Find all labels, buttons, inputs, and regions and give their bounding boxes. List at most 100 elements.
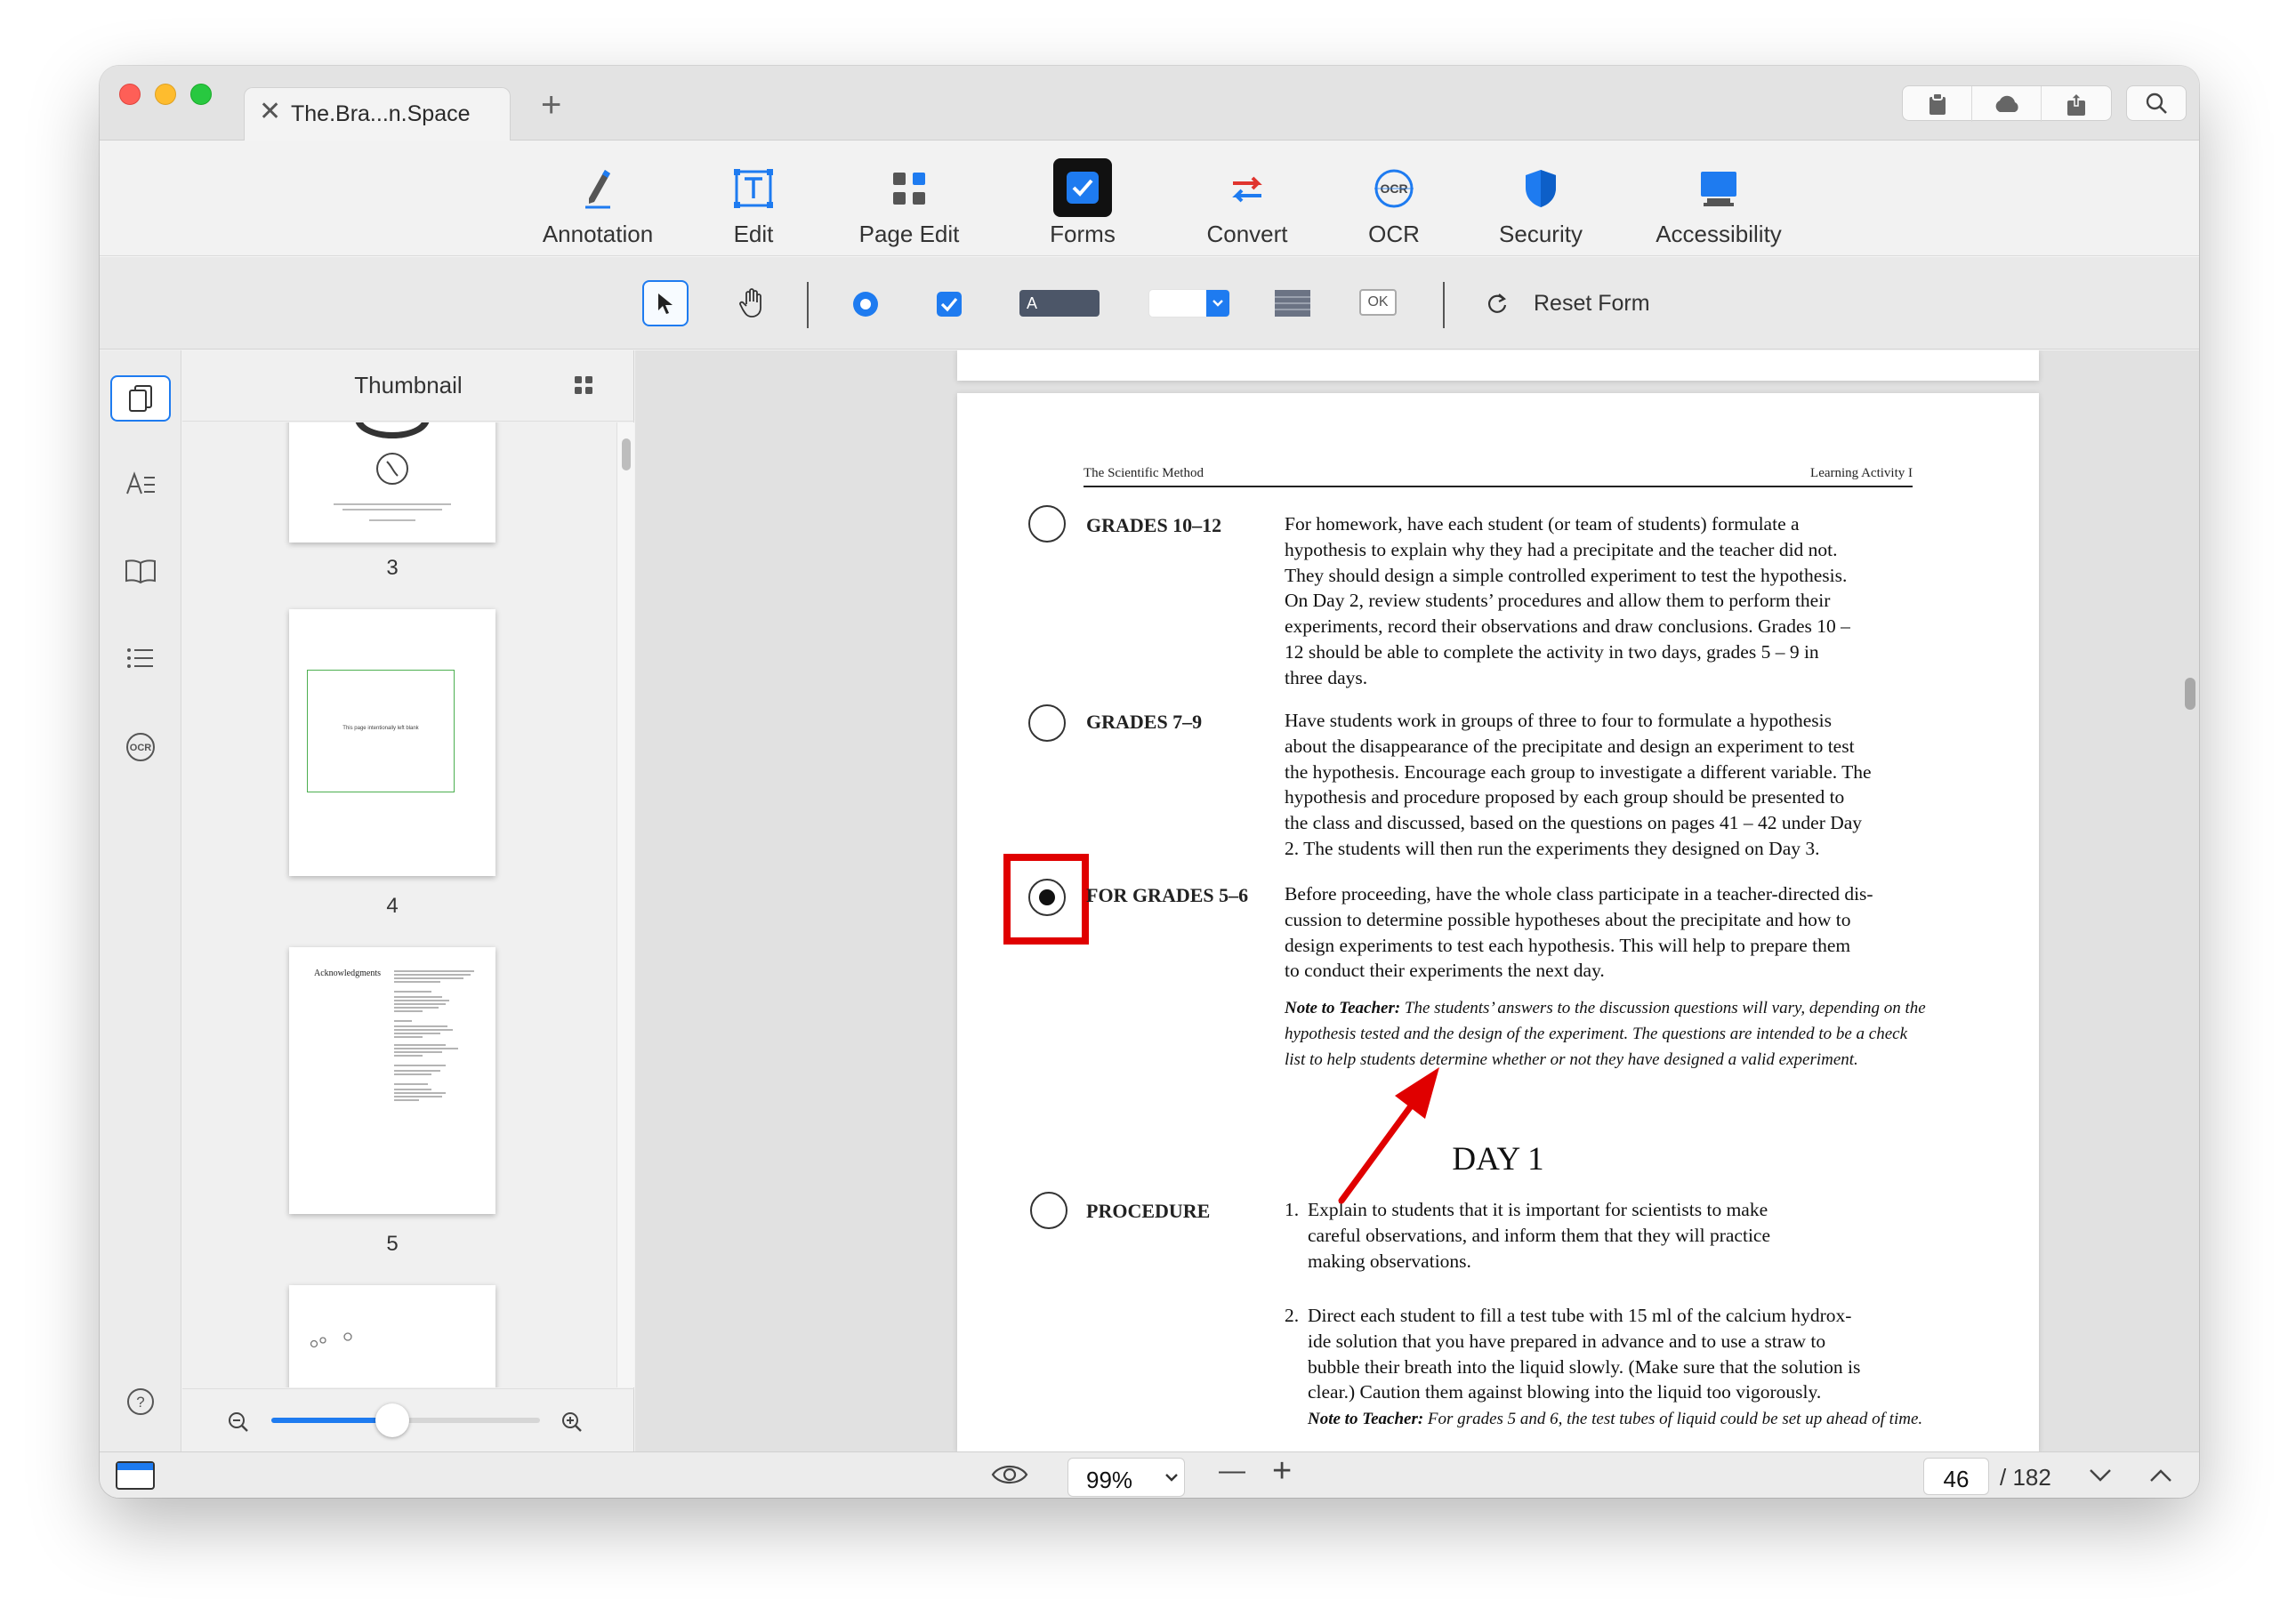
toolbar-divider <box>807 282 809 328</box>
toolbar-security[interactable]: Security <box>1461 149 1621 247</box>
radio-button-icon <box>853 292 878 317</box>
toolbar-annotation[interactable]: Annotation <box>518 149 678 247</box>
push-button-tool[interactable]: OK <box>1359 289 1397 316</box>
scrollbar-thumb[interactable] <box>622 438 631 470</box>
svg-text:?: ? <box>136 1394 144 1411</box>
toolbar-label: Edit <box>733 221 774 247</box>
zoom-in-status-button[interactable]: + <box>1272 1452 1292 1491</box>
toolbar-convert[interactable]: Convert <box>1167 149 1327 247</box>
reset-form-label: Reset Form <box>1534 290 1650 316</box>
previous-page-button[interactable] <box>2149 1468 2172 1487</box>
checkbox-tool[interactable] <box>929 284 970 325</box>
toolbar-divider <box>1443 282 1445 328</box>
new-tab-button[interactable]: + <box>541 87 561 123</box>
text-panel-button[interactable] <box>110 461 171 507</box>
cloud-button[interactable] <box>1972 86 2042 122</box>
zoom-slider-knob[interactable] <box>375 1403 409 1437</box>
toolbar-forms[interactable]: Forms <box>1007 149 1158 247</box>
zoom-out-status-button[interactable]: — <box>1219 1456 1245 1486</box>
seal-image <box>334 422 451 521</box>
select-tool-button[interactable] <box>642 280 689 326</box>
grid-icon <box>881 160 938 217</box>
ocr-small-icon: OCR <box>126 733 155 761</box>
zoom-select[interactable]: 99% <box>1067 1458 1185 1497</box>
total-pages: / 182 <box>2000 1464 2051 1491</box>
document-tab[interactable]: ✕ The.Bra...n.Space <box>244 87 511 141</box>
checkbox-icon <box>1053 158 1112 217</box>
text-field-tool[interactable]: A <box>1019 290 1100 317</box>
push-button-tool-label: OK <box>1367 294 1389 310</box>
hand-tool-button[interactable] <box>729 280 776 326</box>
chevron-down-icon <box>1206 290 1229 317</box>
zoom-slider-fill <box>271 1418 392 1423</box>
toolbar-accessibility[interactable]: Accessibility <box>1630 149 1808 247</box>
toolbar-label: Page Edit <box>858 221 960 247</box>
toolbar-label: Convert <box>1206 221 1288 247</box>
list-box-icon <box>1275 290 1310 317</box>
share-button[interactable] <box>2042 86 2111 122</box>
page-number-input[interactable]: 46 <box>1923 1458 1989 1495</box>
red-arrow-icon <box>1338 1067 1439 1204</box>
chevron-up-icon <box>2150 1469 2171 1482</box>
zoom-out-icon <box>229 1412 248 1432</box>
toolbar-label: Security <box>1499 221 1583 247</box>
status-bar: 99% — + 46 / 182 <box>100 1451 2199 1498</box>
toolbar-ocr[interactable]: OCR OCR <box>1336 149 1452 247</box>
thumbnail-page-4[interactable]: This page intentionally left blank <box>289 609 495 876</box>
thumbnails-panel-button[interactable] <box>110 375 171 422</box>
next-page-button[interactable] <box>2089 1468 2112 1487</box>
zoom-in-icon <box>562 1412 582 1432</box>
list-icon <box>127 648 153 668</box>
reset-form-button[interactable]: Reset Form <box>1486 284 1681 323</box>
pen-icon <box>569 160 626 217</box>
thumbnail-page-5[interactable]: Acknowledgments <box>289 947 495 1214</box>
ocr-icon: OCR <box>1366 160 1422 217</box>
search-button[interactable] <box>2126 85 2187 121</box>
thumbnail-zoom-bar <box>182 1388 634 1451</box>
shield-icon <box>1512 160 1569 217</box>
zoom-in-button[interactable] <box>560 1411 584 1438</box>
monitor-icon <box>1690 160 1747 217</box>
thumbnail-number: 4 <box>386 894 399 918</box>
document-scrollbar-thumb[interactable] <box>2185 678 2195 710</box>
toolbar-edit[interactable]: Edit <box>696 149 811 247</box>
form-toolbar: A OK Reset Form <box>100 257 2199 350</box>
dropdown-tool[interactable] <box>1149 290 1229 317</box>
zoom-slider-track[interactable] <box>271 1403 540 1437</box>
ocr-panel-button[interactable]: OCR <box>110 724 171 770</box>
help-button[interactable]: ? <box>110 1379 171 1425</box>
thumbnail-title: Thumbnail <box>354 372 463 398</box>
thumbnail-page-6[interactable] <box>289 1285 495 1387</box>
minimize-window-button[interactable] <box>155 84 176 105</box>
sidebar-toggle-icon <box>117 1463 153 1470</box>
toolbar-label: OCR <box>1368 221 1420 247</box>
radio-button-tool[interactable] <box>845 284 886 325</box>
blank-page-text: This page intentionally left blank <box>342 726 419 731</box>
outline-panel-button[interactable] <box>110 635 171 681</box>
thumbnail-grid-button[interactable] <box>574 375 593 399</box>
svg-text:OCR: OCR <box>130 743 152 753</box>
thumbnail-scrollbar[interactable] <box>616 422 634 1387</box>
close-window-button[interactable] <box>119 84 141 105</box>
list-box-tool[interactable] <box>1274 289 1311 318</box>
thumbnail-page-3[interactable] <box>289 422 495 543</box>
convert-icon <box>1219 160 1276 217</box>
ack-text-lines <box>394 970 474 1101</box>
zoom-window-button[interactable] <box>190 84 212 105</box>
zoom-out-button[interactable] <box>227 1411 250 1438</box>
bookmarks-panel-button[interactable] <box>110 548 171 594</box>
help-icon: ? <box>127 1388 154 1415</box>
close-tab-icon[interactable]: ✕ <box>259 99 281 125</box>
toolbar-page-edit[interactable]: Page Edit <box>829 149 989 247</box>
thumbnail-number: 5 <box>386 1232 399 1256</box>
main-toolbar: Annotation Edit Page Edit Forms Convert <box>100 141 2199 256</box>
chevron-down-icon <box>1165 1474 1178 1482</box>
sidebar-toggle-button[interactable] <box>116 1461 155 1490</box>
clipboard-button[interactable] <box>1903 86 1972 122</box>
titlebar-button-group <box>1902 85 2112 122</box>
document-view[interactable]: The Scientific Method Learning Activity … <box>635 350 2199 1451</box>
toolbar-label: Annotation <box>542 221 654 247</box>
grid-view-icon <box>575 376 592 394</box>
thumbnail-list: 3 This page intentionally left blank 4 A… <box>182 422 615 1387</box>
view-mode-button[interactable] <box>991 1461 1028 1492</box>
